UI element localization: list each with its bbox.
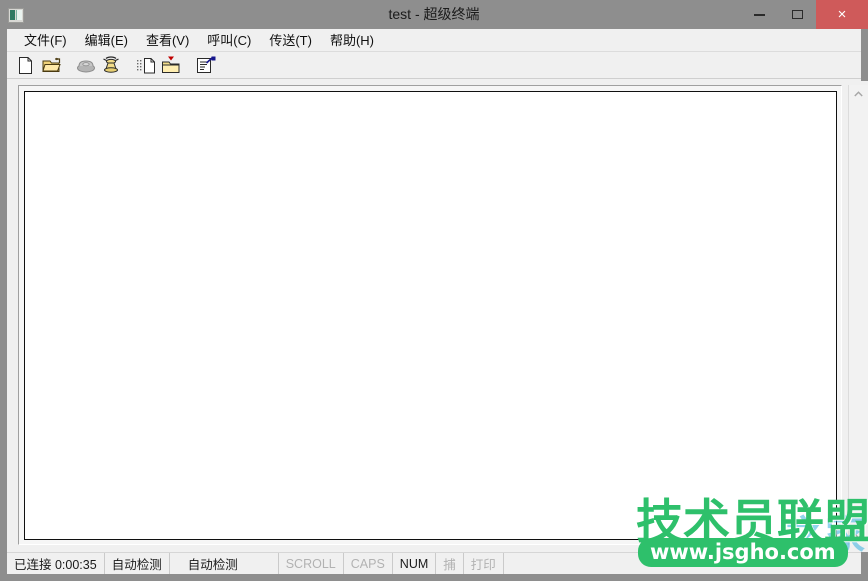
terminal-frame (18, 85, 842, 545)
minimize-icon (753, 13, 765, 16)
status-connection: 已连接 0:00:35 (7, 553, 105, 574)
status-scroll: SCROLL (279, 553, 344, 574)
status-num: NUM (393, 553, 437, 574)
hyperterminal-window: test - 超级终端 × 文件(F) 编辑(E) 查看(V) 呼叫(C) 传送… (0, 0, 868, 581)
send-file-icon (136, 57, 155, 73)
chevron-up-icon (854, 91, 863, 97)
terminal-panel (14, 81, 868, 552)
toolbar-disconnect[interactable] (75, 54, 97, 76)
hyperterminal-icon (8, 7, 24, 23)
toolbar-receive[interactable] (160, 54, 182, 76)
chevron-down-icon (854, 533, 863, 539)
menu-transfer[interactable]: 传送(T) (260, 28, 321, 52)
menu-edit[interactable]: 编辑(E) (76, 28, 137, 52)
status-detect-protocol: 自动检测 (105, 553, 170, 574)
title-bar[interactable]: test - 超级终端 × (0, 0, 868, 29)
status-filler (504, 553, 861, 574)
terminal-vertical-scrollbar[interactable] (848, 85, 868, 545)
scroll-up-button[interactable] (849, 85, 868, 103)
toolbar-send[interactable] (135, 54, 157, 76)
toolbar-connect[interactable] (100, 54, 122, 76)
menu-file[interactable]: 文件(F) (15, 28, 76, 52)
terminal-output (25, 92, 836, 96)
terminal-screen[interactable] (24, 91, 837, 540)
phone-disconnect-icon (77, 59, 95, 72)
menu-bar: 文件(F) 编辑(E) 查看(V) 呼叫(C) 传送(T) 帮助(H) (7, 29, 861, 52)
close-button[interactable]: × (816, 0, 868, 29)
properties-icon (197, 56, 216, 73)
status-detect-speed: 自动检测 (170, 553, 279, 574)
status-capture: 捕 (436, 553, 464, 574)
toolbar-properties[interactable] (195, 54, 217, 76)
scroll-down-button[interactable] (849, 527, 868, 545)
toolbar (7, 52, 861, 79)
status-bar: 已连接 0:00:35 自动检测 自动检测 SCROLL CAPS NUM 捕 … (0, 552, 868, 581)
status-caps: CAPS (344, 553, 393, 574)
menu-view[interactable]: 查看(V) (137, 28, 198, 52)
status-print: 打印 (464, 553, 504, 574)
menu-call[interactable]: 呼叫(C) (198, 28, 260, 52)
receive-file-icon (162, 56, 180, 73)
maximize-icon (791, 10, 803, 19)
toolbar-new[interactable] (15, 54, 37, 76)
minimize-button[interactable] (740, 0, 778, 29)
maximize-button[interactable] (778, 0, 816, 29)
open-folder-icon (41, 57, 61, 72)
client-area: 文件(F) 编辑(E) 查看(V) 呼叫(C) 传送(T) 帮助(H) (0, 29, 868, 552)
new-document-icon (19, 56, 32, 74)
window-title: test - 超级终端 (388, 6, 480, 22)
window-controls: × (740, 0, 868, 29)
status-bar-panel: 已连接 0:00:35 自动检测 自动检测 SCROLL CAPS NUM 捕 … (7, 552, 861, 574)
toolbar-open[interactable] (40, 54, 62, 76)
menu-help[interactable]: 帮助(H) (321, 28, 383, 52)
phone-connect-icon (103, 56, 119, 73)
